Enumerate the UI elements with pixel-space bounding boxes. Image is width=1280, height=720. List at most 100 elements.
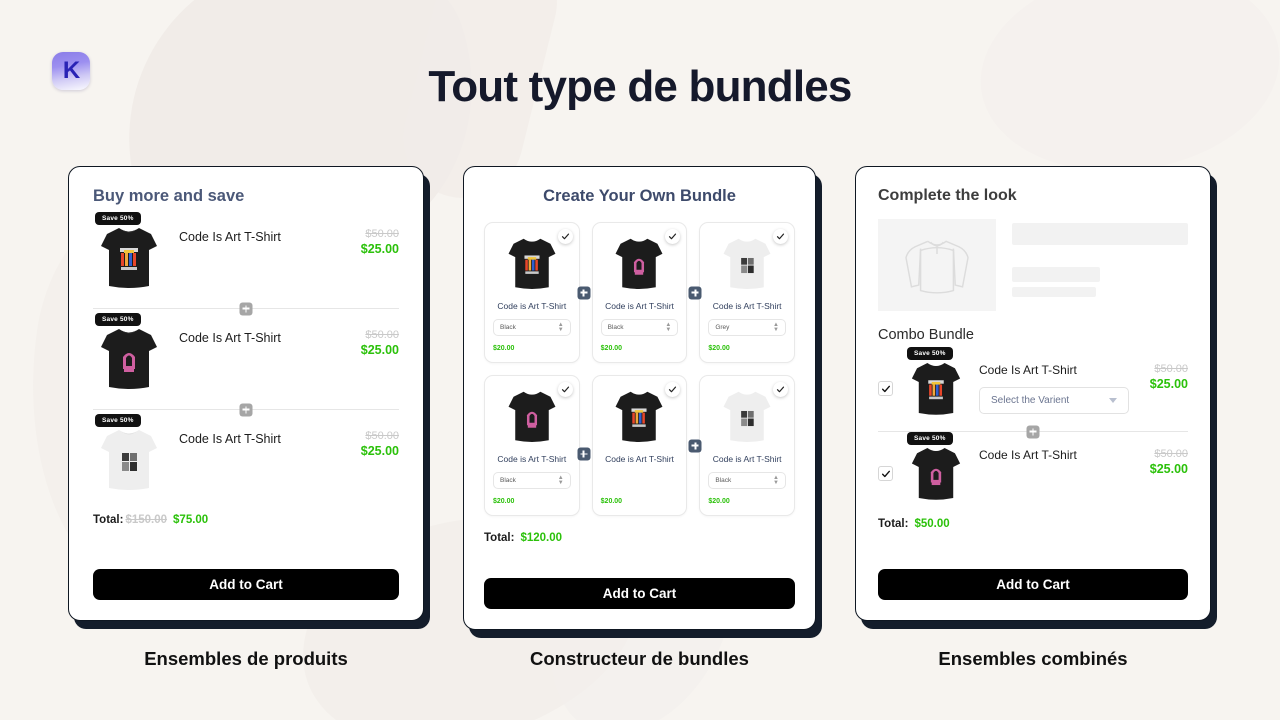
- product-thumbnail: Save 50%: [93, 212, 165, 294]
- bundle-product-card[interactable]: Code is Art T-Shirt Black ▲ ▼ $20.00: [484, 222, 580, 363]
- combo-product-row[interactable]: Save 50% Code Is Art T-Shirt Select the …: [878, 347, 1188, 421]
- product-thumbnail: Save 50%: [93, 313, 165, 395]
- selected-check-icon[interactable]: [557, 229, 573, 244]
- product-name: Code is Art T-Shirt: [497, 454, 567, 464]
- product-name: Code is Art T-Shirt: [605, 301, 674, 311]
- stepper-arrows-icon: ▲ ▼: [557, 321, 564, 333]
- product-price: $50.00 $25.00: [361, 321, 399, 357]
- select-checkbox[interactable]: [878, 381, 893, 396]
- product-name: Code is Art T-Shirt: [605, 454, 674, 464]
- stepper-arrows-icon: ▲ ▼: [557, 474, 564, 486]
- product-row[interactable]: Save 50% Code Is Art T-Shirt $50.00 $25.…: [93, 212, 399, 294]
- tshirt-black-arch-icon: [93, 321, 165, 395]
- old-price: $50.00: [1154, 448, 1188, 460]
- product-name: Code Is Art T-Shirt: [179, 230, 281, 244]
- add-to-cart-button[interactable]: Add to Cart: [878, 569, 1188, 600]
- plus-icon[interactable]: [239, 403, 253, 416]
- selected-check-icon[interactable]: [772, 229, 788, 244]
- bundle-grid-row-2: Code is Art T-Shirt Black ▲ ▼ $20.00 Cod…: [484, 375, 795, 516]
- product-name: Code Is Art T-Shirt: [979, 448, 1077, 462]
- skeleton-bar: [1012, 223, 1188, 245]
- product-name: Code Is Art T-Shirt: [179, 331, 281, 345]
- page-title: Tout type de bundles: [428, 62, 852, 111]
- variant-value: Grey: [715, 324, 730, 331]
- product-name: Code Is Art T-Shirt: [179, 432, 281, 446]
- save-badge: Save 50%: [907, 347, 953, 360]
- save-badge: Save 50%: [95, 414, 141, 427]
- card-body: Complete the look Combo Bundle Save 50% …: [855, 166, 1211, 621]
- new-price: $25.00: [360, 343, 399, 357]
- plus-icon[interactable]: [688, 286, 702, 299]
- product-thumbnail: Save 50%: [905, 347, 967, 421]
- bundle-grid-row-1: Code is Art T-Shirt Black ▲ ▼ $20.00 Cod…: [484, 222, 795, 363]
- variant-select[interactable]: Grey ▲ ▼: [708, 319, 786, 336]
- card2-heading: Create Your Own Bundle: [543, 187, 736, 205]
- tshirt-black-arch-icon: [905, 440, 967, 506]
- new-price: $25.00: [1149, 462, 1188, 476]
- bundle-product-card[interactable]: Code is Art T-Shirt Grey ▲ ▼ $20.00: [699, 222, 795, 363]
- bundle-product-card[interactable]: Code is Art T-Shirt Black ▲ ▼ $20.00: [591, 222, 688, 363]
- old-price: $50.00: [365, 329, 399, 341]
- plus-icon[interactable]: [577, 286, 591, 299]
- stepper-arrows-icon: ▲ ▼: [773, 474, 779, 486]
- variant-select[interactable]: Black ▲ ▼: [493, 319, 571, 336]
- product-info: Code Is Art T-Shirt Select the Varient: [967, 355, 1150, 414]
- product-thumbnail: Save 50%: [93, 414, 165, 496]
- product-row[interactable]: Save 50% Code Is Art T-Shirt $50.00 $25.…: [93, 313, 399, 395]
- product-row[interactable]: Save 50% Code Is Art T-Shirt $50.00 $25.…: [93, 414, 399, 496]
- stepper-arrows-icon: ▲ ▼: [773, 321, 779, 333]
- caption-bundle-builder: Constructeur de bundles: [530, 648, 749, 669]
- bundle-product-card[interactable]: Code is Art T-Shirt Black ▲ ▼ $20.00: [484, 375, 580, 516]
- total-new: $75.00: [173, 514, 209, 526]
- placeholder-preview: [878, 219, 1188, 311]
- sweater-placeholder-icon: [878, 219, 996, 311]
- old-price: $50.00: [1154, 363, 1188, 375]
- combo-product-row[interactable]: Save 50% Code Is Art T-Shirt $50.00 $25.…: [878, 432, 1188, 506]
- variant-select[interactable]: Black ▲ ▼: [600, 319, 679, 336]
- bundle-product-card[interactable]: Code is Art T-Shirt Black ▲ ▼ $20.00: [699, 375, 795, 516]
- plus-icon[interactable]: [688, 439, 702, 452]
- card-complete-the-look: Complete the look Combo Bundle Save 50% …: [855, 166, 1217, 629]
- product-price: $50.00 $25.00: [1150, 440, 1188, 476]
- card1-heading: Buy more and save: [93, 187, 245, 205]
- variant-select[interactable]: Black ▲ ▼: [493, 472, 571, 489]
- select-checkbox[interactable]: [878, 466, 893, 481]
- product-price: $20.00: [708, 345, 730, 352]
- selected-check-icon[interactable]: [557, 382, 573, 397]
- skeleton-bar: [1012, 267, 1100, 282]
- product-price: $20.00: [600, 345, 623, 352]
- product-price: $50.00 $25.00: [1150, 355, 1188, 391]
- variant-select[interactable]: Black ▲ ▼: [708, 472, 786, 489]
- card1-total: Total: $150.00 $75.00: [93, 514, 399, 526]
- variant-dropdown[interactable]: Select the Varient: [979, 387, 1129, 414]
- caption-combo-bundles: Ensembles combinés: [938, 648, 1128, 669]
- bundle-product-card[interactable]: Code is Art T-Shirt ▲▼ $20.00: [591, 375, 688, 516]
- row-divider: [93, 403, 399, 416]
- product-price: $50.00 $25.00: [361, 422, 399, 458]
- card-body: Buy more and save Save 50% Code Is Art T…: [68, 166, 424, 621]
- save-badge: Save 50%: [95, 212, 141, 225]
- product-price: $20.00: [493, 498, 515, 505]
- add-to-cart-button[interactable]: Add to Cart: [484, 578, 795, 609]
- product-info: Code Is Art T-Shirt: [165, 220, 361, 244]
- product-name: Code is Art T-Shirt: [497, 301, 567, 311]
- product-info: Code Is Art T-Shirt: [967, 440, 1150, 462]
- plus-icon[interactable]: [239, 302, 253, 315]
- combo-bundle-title: Combo Bundle: [878, 327, 974, 343]
- card3-heading: Complete the look: [878, 187, 1017, 204]
- old-price: $50.00: [365, 430, 399, 442]
- plus-icon[interactable]: [577, 447, 591, 461]
- selected-check-icon[interactable]: [772, 382, 788, 397]
- product-price: $20.00: [600, 498, 623, 505]
- slide-canvas: K Tout type de bundles Buy more and save…: [0, 0, 1280, 720]
- product-info: Code Is Art T-Shirt: [165, 422, 361, 446]
- variant-value: Black: [500, 477, 516, 484]
- card-buy-more-and-save: Buy more and save Save 50% Code Is Art T…: [68, 166, 430, 629]
- add-to-cart-button[interactable]: Add to Cart: [93, 569, 399, 600]
- total-old: $150.00: [125, 514, 168, 526]
- row-divider: [93, 302, 399, 315]
- card-create-your-own-bundle: Create Your Own Bundle Code is Art T-Shi…: [463, 166, 822, 638]
- skeleton-bar: [1012, 287, 1097, 297]
- plus-icon[interactable]: [1026, 425, 1040, 438]
- new-price: $25.00: [360, 444, 399, 458]
